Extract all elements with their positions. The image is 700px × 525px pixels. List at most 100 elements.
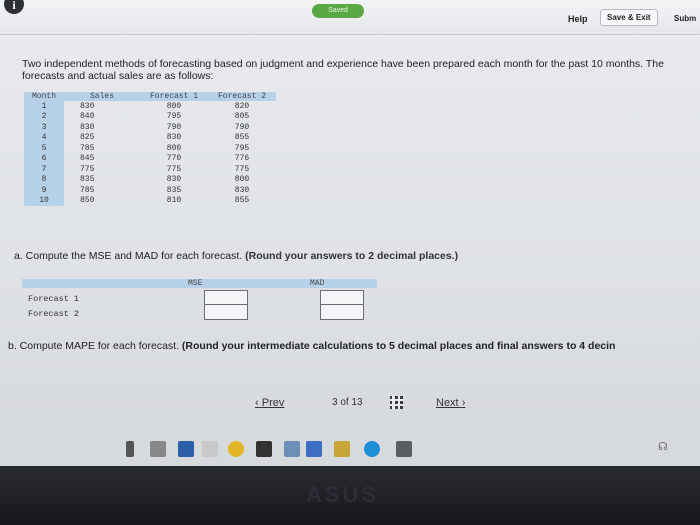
- cell-sales: 775: [80, 164, 95, 174]
- cell-month: 7: [24, 164, 64, 175]
- cell-sales: 835: [80, 175, 95, 185]
- table-header-row: Month Sales Forecast 1 Forecast 2: [24, 92, 276, 101]
- cell-forecast-1: 800: [166, 101, 182, 111]
- header-sales: Sales: [64, 92, 140, 101]
- saved-status-badge: Saved: [312, 4, 364, 18]
- photos-icon[interactable]: [284, 441, 300, 457]
- cell-forecast-2: 800: [234, 175, 250, 185]
- cell-forecast-2: 795: [234, 143, 250, 153]
- chrome-icon[interactable]: [228, 441, 244, 457]
- info-icon[interactable]: i: [4, 0, 24, 14]
- cell-sales: 825: [80, 133, 95, 143]
- cell-sales: 845: [80, 154, 95, 164]
- header-forecast-1: Forecast 1: [140, 92, 208, 101]
- prev-label: Prev: [261, 397, 285, 409]
- cell-forecast-2: 855: [234, 133, 250, 143]
- answer-table-header: MSE MAD: [22, 279, 377, 288]
- cell-sales: 830: [80, 101, 95, 111]
- browser-screen: i Saved Help Save & Exit Subm Two indepe…: [0, 0, 700, 432]
- calculator-icon[interactable]: [396, 441, 412, 457]
- mse-answer-group: [204, 290, 248, 320]
- chevron-right-icon: ›: [461, 397, 466, 409]
- table-row: 6 845 770 776: [24, 153, 276, 164]
- table-row: 2 840 795 805: [24, 111, 276, 122]
- cell-forecast-2: 805: [234, 112, 250, 122]
- submit-button[interactable]: Subm: [674, 14, 696, 23]
- tray-people-icon[interactable]: ☊: [658, 440, 668, 453]
- cell-forecast-2: 776: [234, 154, 250, 164]
- windows-taskbar: [0, 432, 700, 466]
- cell-sales: 840: [80, 112, 95, 122]
- mail-icon[interactable]: [202, 441, 218, 457]
- save-exit-button[interactable]: Save & Exit: [600, 9, 658, 26]
- cell-month: 6: [24, 153, 64, 164]
- cell-month: 9: [24, 185, 64, 196]
- cell-month: 4: [24, 132, 64, 143]
- prev-button[interactable]: ‹ Prev: [255, 397, 284, 409]
- mse-forecast-2-input[interactable]: [205, 305, 247, 319]
- cell-sales: 830: [80, 122, 95, 132]
- cell-sales: 850: [80, 196, 95, 206]
- cell-forecast-1: 810: [166, 196, 182, 206]
- cell-month: 2: [24, 111, 64, 122]
- store-icon[interactable]: [334, 441, 350, 457]
- question-b-note: (Round your intermediate calculations to…: [181, 340, 616, 352]
- table-row: 7 775 775 775: [24, 164, 276, 175]
- header-month: Month: [24, 92, 64, 101]
- table-row: 9 785 835 830: [24, 185, 276, 196]
- cell-month: 1: [24, 101, 64, 112]
- question-b: b. Compute MAPE for each forecast. (Roun…: [8, 340, 615, 352]
- cell-forecast-1: 800: [166, 143, 182, 153]
- question-a-note: (Round your answers to 2 decimal places.…: [245, 250, 459, 262]
- cell-forecast-1: 830: [166, 175, 182, 185]
- page-of: of: [340, 397, 349, 408]
- grid-view-icon[interactable]: [390, 396, 403, 409]
- cell-forecast-1: 830: [166, 133, 182, 143]
- search-icon[interactable]: [126, 441, 134, 457]
- cell-forecast-1: 770: [166, 154, 182, 164]
- table-row: 5 785 800 795: [24, 143, 276, 154]
- header-mad: MAD: [310, 279, 325, 288]
- table-row: 3 830 790 790: [24, 122, 276, 133]
- header-mse: MSE: [188, 279, 203, 288]
- cell-month: 3: [24, 122, 64, 133]
- next-button[interactable]: Next ›: [436, 397, 465, 409]
- mad-forecast-2-input[interactable]: [321, 305, 363, 319]
- edge-icon[interactable]: [364, 441, 380, 457]
- table-row: 8 835 830 800: [24, 174, 276, 185]
- answer-row-forecast-1: Forecast 1: [28, 294, 80, 304]
- laptop-brand-logo: ASUS: [306, 482, 380, 507]
- mad-answer-group: [320, 290, 364, 320]
- question-a: a. Compute the MSE and MAD for each fore…: [14, 250, 458, 262]
- cell-month: 8: [24, 174, 64, 185]
- table-row: 1 830 800 820: [24, 101, 276, 112]
- problem-statement: Two independent methods of forecasting b…: [22, 58, 664, 82]
- cell-sales: 785: [80, 185, 95, 195]
- cell-forecast-1: 795: [166, 112, 182, 122]
- task-view-icon[interactable]: [150, 441, 166, 457]
- assignment-toolbar: i Saved Help Save & Exit Subm: [0, 0, 700, 35]
- mse-forecast-1-input[interactable]: [205, 291, 247, 305]
- table-row: 4 825 830 855: [24, 132, 276, 143]
- cell-forecast-2: 830: [234, 185, 250, 195]
- help-link[interactable]: Help: [568, 14, 588, 24]
- cell-month: 10: [24, 195, 64, 206]
- people-icon[interactable]: [306, 441, 322, 457]
- sketch-icon[interactable]: [256, 441, 272, 457]
- chevron-left-icon: ‹: [255, 397, 259, 409]
- sales-forecast-table: Month Sales Forecast 1 Forecast 2 1 830 80…: [24, 92, 276, 206]
- cell-forecast-1: 775: [166, 164, 182, 174]
- current-page: 3: [332, 397, 338, 408]
- word-icon[interactable]: [178, 441, 194, 457]
- total-pages: 13: [351, 397, 363, 408]
- cell-forecast-2: 855: [234, 196, 250, 206]
- cell-forecast-2: 790: [234, 122, 250, 132]
- cell-month: 5: [24, 143, 64, 154]
- header-forecast-2: Forecast 2: [208, 92, 276, 101]
- cell-forecast-1: 835: [166, 185, 182, 195]
- question-b-text: b. Compute MAPE for each forecast.: [8, 340, 179, 352]
- cell-forecast-1: 790: [166, 122, 182, 132]
- table-row: 10 850 810 855: [24, 195, 276, 206]
- mad-forecast-1-input[interactable]: [321, 291, 363, 305]
- question-a-text: a. Compute the MSE and MAD for each fore…: [14, 250, 243, 262]
